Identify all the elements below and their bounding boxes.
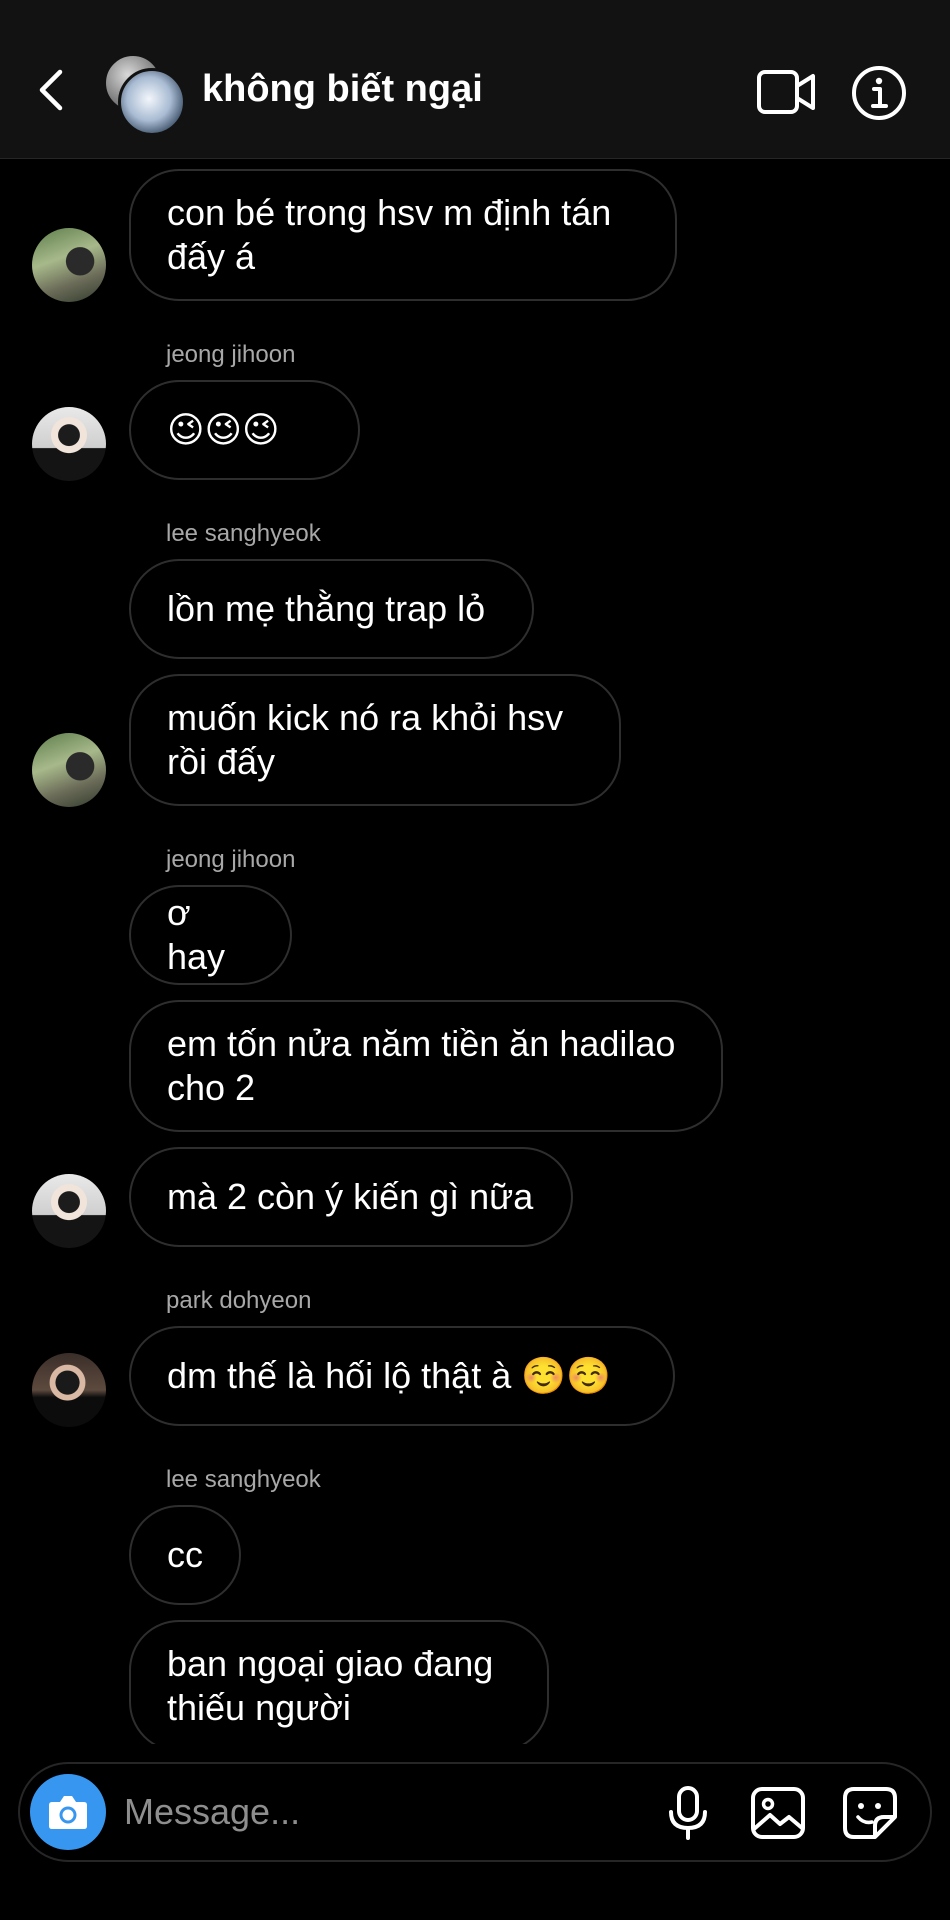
message-text: mà 2 còn ý kiến gì nữa xyxy=(167,1176,534,1217)
info-icon xyxy=(852,66,906,120)
message-bubble[interactable]: con bé trong hsv m định tán đấy á xyxy=(129,169,677,301)
camera-icon xyxy=(49,1796,87,1829)
message-text: 😉😉😉 xyxy=(167,409,280,450)
avatar[interactable] xyxy=(32,1353,106,1427)
message-text: dm thế là hối lộ thật à ☺️☺️ xyxy=(167,1355,611,1396)
message-bubble[interactable]: em tốn nửa năm tiền ăn hadilao cho 2 xyxy=(129,1000,723,1132)
message-bubble[interactable]: 😉😉😉 xyxy=(129,380,360,480)
chat-title[interactable]: không biết ngại xyxy=(202,68,483,111)
message-bubble[interactable]: muốn kick nó ra khỏi hsv rồi đấy xyxy=(129,674,621,806)
sender-name: lee sanghyeok xyxy=(166,1466,321,1493)
message-text: em tốn nửa năm tiền ăn hadilao cho 2 xyxy=(167,1023,676,1108)
microphone-button[interactable] xyxy=(660,1784,716,1842)
sender-name: lee sanghyeok xyxy=(166,520,321,547)
avatar[interactable] xyxy=(32,407,106,481)
avatar[interactable] xyxy=(32,228,106,302)
sender-name: park dohyeon xyxy=(166,1287,312,1314)
message-bubble[interactable]: mà 2 còn ý kiến gì nữa xyxy=(129,1147,573,1247)
message-text: cc xyxy=(167,1534,203,1575)
chevron-left-icon xyxy=(39,69,63,111)
message-bubble[interactable]: ơ hay xyxy=(129,885,292,985)
message-input[interactable] xyxy=(124,1782,544,1842)
message-text: muốn kick nó ra khỏi hsv rồi đấy xyxy=(167,697,564,782)
message-text: ban ngoại giao đang thiếu người xyxy=(167,1643,494,1728)
sticker-icon xyxy=(843,1787,897,1839)
camera-button[interactable] xyxy=(30,1774,106,1850)
message-bubble[interactable]: dm thế là hối lộ thật à ☺️☺️ xyxy=(129,1326,675,1426)
message-text: lồn mẹ thằng trap lỏ xyxy=(167,588,486,629)
sticker-button[interactable] xyxy=(840,1784,900,1842)
sender-name: jeong jihoon xyxy=(166,341,296,368)
message-composer xyxy=(18,1762,932,1862)
sender-name: jeong jihoon xyxy=(166,846,296,873)
group-avatar-photo-front xyxy=(118,68,186,136)
image-icon xyxy=(751,1787,805,1839)
info-button[interactable] xyxy=(850,64,908,122)
video-camera-icon xyxy=(757,70,815,114)
message-thread[interactable]: con bé trong hsv m định tán đấy á jeong … xyxy=(0,159,950,1744)
microphone-icon xyxy=(669,1786,707,1840)
avatar[interactable] xyxy=(32,733,106,807)
message-bubble[interactable]: lồn mẹ thằng trap lỏ xyxy=(129,559,534,659)
avatar[interactable] xyxy=(32,1174,106,1248)
back-button[interactable] xyxy=(30,62,74,118)
message-bubble[interactable]: ban ngoại giao đang thiếu người xyxy=(129,1620,549,1744)
message-bubble[interactable]: cc xyxy=(129,1505,241,1605)
message-text: ơ hay xyxy=(167,892,226,977)
message-text: con bé trong hsv m định tán đấy á xyxy=(167,192,612,277)
video-call-button[interactable] xyxy=(756,66,818,118)
gallery-button[interactable] xyxy=(748,1784,808,1842)
group-avatar[interactable] xyxy=(104,54,186,136)
chat-header: không biết ngại xyxy=(0,0,950,159)
